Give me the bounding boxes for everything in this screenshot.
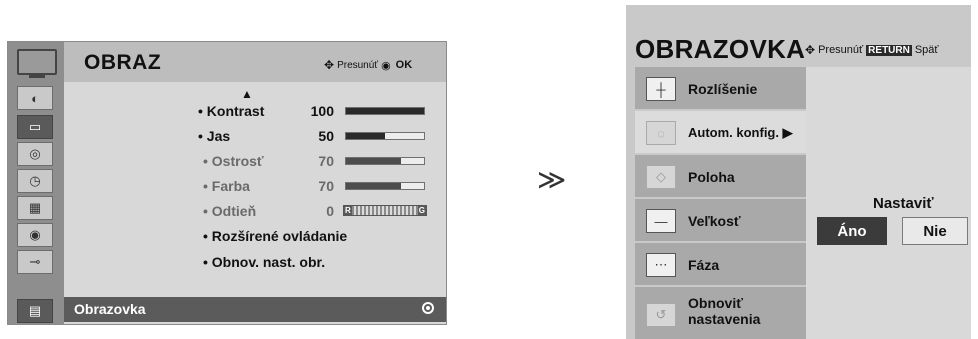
ostrost-slider[interactable] xyxy=(345,157,425,165)
slider-fill xyxy=(346,108,424,114)
option-velkost[interactable]: — Veľkosť xyxy=(635,199,806,243)
ok-button-icon: ◉ xyxy=(381,59,391,72)
move-hint-label: Presunúť xyxy=(818,44,864,56)
page-title: OBRAZ xyxy=(84,51,162,74)
tv-icon[interactable]: ▭ xyxy=(17,115,53,139)
no-button[interactable]: Nie xyxy=(902,217,968,245)
menu-item-rozsirene[interactable]: • Rozšírené ovládanie xyxy=(203,228,347,244)
menu-item-obnov[interactable]: • Obnov. nast. obr. xyxy=(203,254,325,270)
film-icon[interactable]: ▤ xyxy=(17,299,53,323)
dialog-area: Nastaviť Áno Nie xyxy=(806,67,971,339)
tint-left-label: R xyxy=(344,206,352,215)
option-faza[interactable]: ⋯ Fáza xyxy=(635,243,806,287)
option-obnovit[interactable]: ↺ Obnoviť nastavenia xyxy=(635,287,806,339)
dialog-label: Nastaviť xyxy=(873,195,934,212)
ok-hint-label: OK xyxy=(395,59,413,71)
size-icon: — xyxy=(646,209,676,233)
option-poloha[interactable]: ◇ Poloha xyxy=(635,155,806,199)
option-list: ┼ Rozlíšenie ◌ Autom. konfig. ▶ ◇ Poloha… xyxy=(635,67,806,339)
scroll-up-icon[interactable]: ▲ xyxy=(241,87,253,101)
yes-button[interactable]: Áno xyxy=(817,217,887,245)
resolution-icon: ┼ xyxy=(646,77,676,101)
return-key-badge: RETURN xyxy=(866,44,912,56)
kontrast-slider[interactable] xyxy=(345,107,425,115)
move-arrows-icon: ✥ xyxy=(324,58,335,72)
farba-value: 70 xyxy=(318,178,334,194)
plug-icon[interactable]: ⊸ xyxy=(17,250,53,274)
odtien-value: 0 xyxy=(326,203,334,219)
move-arrows-icon: ✥ xyxy=(805,43,816,57)
tint-slider[interactable]: R G xyxy=(343,205,427,216)
option-autom-konfig[interactable]: ◌ Autom. konfig. ▶ xyxy=(635,111,806,155)
jas-value: 50 xyxy=(318,128,334,144)
ostrost-value: 70 xyxy=(318,153,334,169)
kontrast-value: 100 xyxy=(310,103,334,119)
speaker-icon[interactable]: ◉ xyxy=(17,223,53,247)
menu-item-kontrast[interactable]: • Kontrast xyxy=(198,103,264,119)
menu-item-farba[interactable]: • Farba xyxy=(203,178,250,194)
clock-icon[interactable]: ◷ xyxy=(17,169,53,193)
nav-hint: ✥ Presunúť ◉ OK xyxy=(324,58,412,72)
menu-item-ostrost[interactable]: • Ostrosť xyxy=(203,153,264,169)
reset-icon: ↺ xyxy=(646,303,676,327)
menu-item-obrazovka[interactable]: Obrazovka xyxy=(64,297,446,322)
nav-hint: ✥ Presunúť RETURN Späť xyxy=(805,43,939,57)
position-icon: ◇ xyxy=(646,165,676,189)
lock-icon[interactable]: ▦ xyxy=(17,196,53,220)
option-label: Rozlíšenie xyxy=(688,81,758,97)
move-hint-label: Presunúť xyxy=(337,59,379,71)
menu-item-jas[interactable]: • Jas xyxy=(198,128,230,144)
back-hint-label: Späť xyxy=(914,44,939,56)
option-label: Autom. konfig. ▶ xyxy=(688,125,793,140)
phase-icon: ⋯ xyxy=(646,253,676,277)
tv-icon xyxy=(17,49,57,78)
transition-arrow-icon: ≫ xyxy=(537,164,567,195)
category-sidebar: ◐ ▭ ◎ ◷ ▦ ◉ ⊸ ▤ xyxy=(8,42,64,324)
disc-icon[interactable]: ◎ xyxy=(17,142,53,166)
option-label: Poloha xyxy=(688,169,735,185)
slider-fill xyxy=(346,133,385,139)
obraz-menu-panel: ◐ ▭ ◎ ◷ ▦ ◉ ⊸ ▤ OBRAZ ✥ Presunúť ◉ OK ▲ … xyxy=(7,41,447,325)
jas-slider[interactable] xyxy=(345,132,425,140)
slider-fill xyxy=(346,158,401,164)
radio-selected-icon xyxy=(422,302,434,314)
option-label: Veľkosť xyxy=(688,213,741,229)
auto-config-icon: ◌ xyxy=(646,121,676,145)
obrazovka-label: Obrazovka xyxy=(74,301,146,317)
option-label: Fáza xyxy=(688,257,720,273)
option-rozlisenie[interactable]: ┼ Rozlíšenie xyxy=(635,67,806,111)
obrazovka-menu-panel: OBRAZOVKA ✥ Presunúť RETURN Späť ┼ Rozlí… xyxy=(626,5,971,339)
page-title: OBRAZOVKA xyxy=(635,34,806,64)
option-label: Obnoviť nastavenia xyxy=(688,295,761,327)
farba-slider[interactable] xyxy=(345,182,425,190)
slider-fill xyxy=(346,183,401,189)
tint-right-label: G xyxy=(417,206,426,215)
picture-icon[interactable]: ◐ xyxy=(17,86,53,110)
menu-item-odtien[interactable]: • Odtieň xyxy=(203,203,256,219)
